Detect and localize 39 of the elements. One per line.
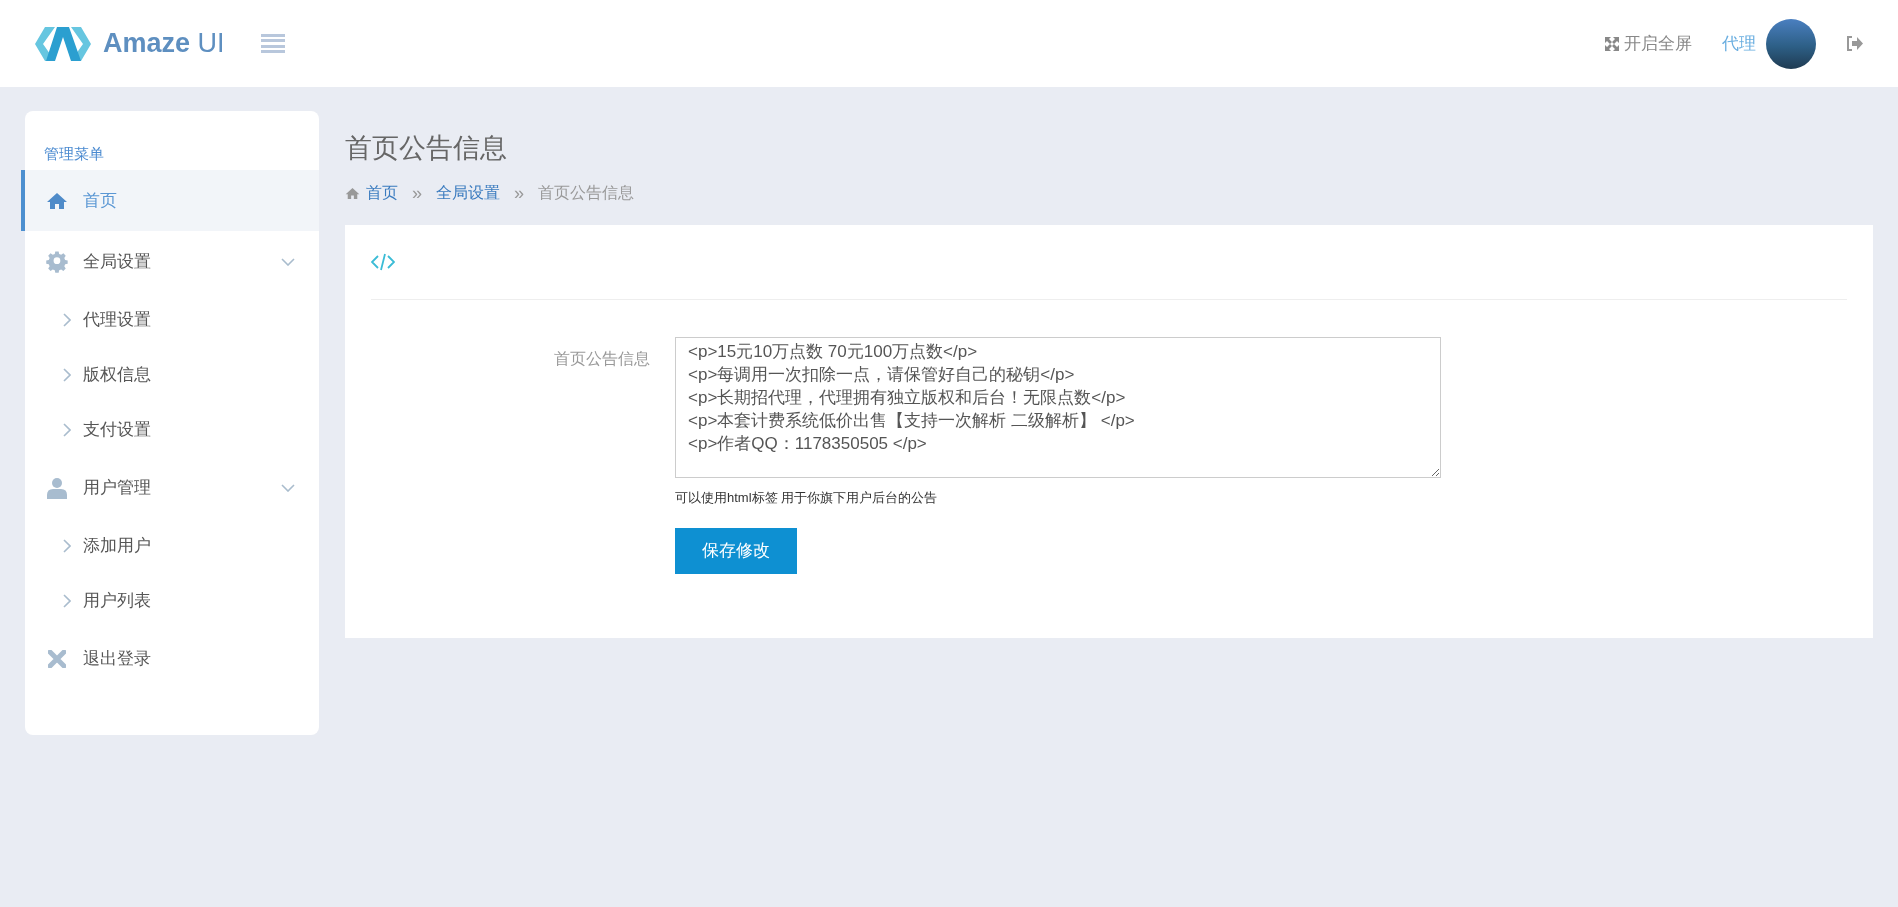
code-icon — [371, 253, 395, 271]
sidebar-subitem[interactable]: 添加用户 — [25, 518, 319, 573]
chevron-right-icon — [63, 422, 71, 437]
chevron-right-icon — [63, 593, 71, 608]
sidebar-subitem[interactable]: 代理设置 — [25, 292, 319, 347]
field-hint: 可以使用html标签 用于你旗下用户后台的公告 — [675, 489, 939, 507]
announcement-textarea[interactable]: <p>15元10万点数 70元100万点数</p> <p>每调用一次扣除一点，请保管好自己的秘钥</p> <p>长期招代理，代理拥有独立版权和后台！无限点数</p> <p>本套计费系统低价出售【支持一次解析 二级解析】 </p> <p>作者QQ：1178350505 </p> — [675, 337, 1441, 478]
sidebar-subitem[interactable]: 用户列表 — [25, 573, 319, 628]
breadcrumb-separator: » — [514, 181, 525, 205]
sidebar-group[interactable]: 用户管理 — [25, 457, 319, 518]
page-title: 首页公告信息 — [345, 132, 508, 165]
sidebar-group[interactable]: 全局设置 — [25, 231, 319, 292]
close-icon — [48, 649, 66, 668]
sidebar-subitem[interactable]: 支付设置 — [25, 402, 319, 457]
logout-icon[interactable] — [1846, 36, 1863, 51]
field-label: 首页公告信息 — [553, 349, 651, 369]
chevron-right-icon — [63, 312, 71, 327]
chevron-right-icon — [63, 367, 71, 382]
user-icon — [47, 476, 67, 499]
avatar[interactable] — [1766, 18, 1816, 69]
fullscreen-button[interactable]: 开启全屏 — [1604, 30, 1692, 57]
save-button[interactable]: 保存修改 — [675, 527, 797, 574]
sidebar-title: 管理菜单 — [43, 144, 105, 164]
sidebar-subitem[interactable]: 版权信息 — [25, 347, 319, 402]
sidebar-item[interactable]: 退出登录 — [21, 628, 319, 689]
breadcrumb-separator: » — [412, 181, 422, 205]
home-icon — [345, 186, 360, 200]
menu-icon[interactable] — [260, 33, 285, 54]
expand-icon — [1604, 35, 1620, 52]
logo-text: Amaze UI — [103, 30, 225, 57]
chevron-down-icon — [281, 483, 295, 492]
logo-icon — [35, 26, 91, 61]
breadcrumb-link[interactable]: 首页 — [366, 181, 398, 205]
chevron-right-icon — [63, 538, 71, 553]
breadcrumb-link[interactable]: 全局设置 — [436, 181, 500, 205]
home-icon — [46, 191, 68, 210]
breadcrumb-current: 首页公告信息 — [538, 183, 635, 203]
chevron-down-icon — [281, 257, 295, 266]
gear-icon — [46, 250, 68, 273]
